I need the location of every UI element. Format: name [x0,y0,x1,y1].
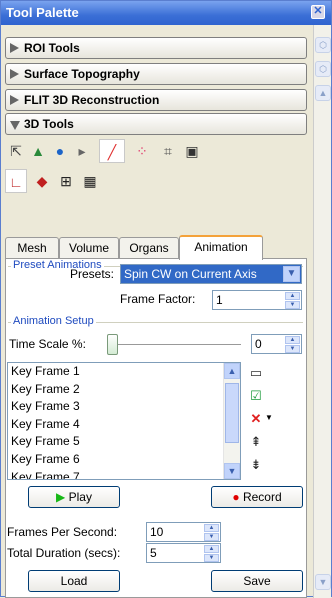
scroll-thumb[interactable] [225,383,239,443]
spin-up-icon[interactable]: ▲ [204,545,219,553]
axes-icon[interactable]: ∟ [5,169,27,193]
tab-label: Animation [194,240,248,254]
points-tool-icon[interactable]: ⁘ [131,139,153,163]
globe-icon[interactable]: ● [49,139,71,163]
expand-arrow-icon [10,43,19,53]
tab-label: Volume [68,241,110,255]
move-down-icon[interactable]: ⇟ [248,457,264,473]
snapshot-tool-icon[interactable]: ▣ [181,139,203,163]
list-item[interactable]: Key Frame 3 [8,398,240,416]
pointer-icon[interactable]: ⇱ [5,139,27,163]
fps-input[interactable]: 10 ▲ ▼ [146,522,221,542]
section-3d-tools[interactable]: 3D Tools [5,113,307,135]
section-roi-tools[interactable]: ROI Tools [5,37,307,59]
section-label: 3D Tools [24,117,74,131]
list-item[interactable]: Key Frame 6 [8,451,240,469]
title-bar[interactable]: Tool Palette ✕ [1,1,331,25]
duration-label: Total Duration (secs): [7,546,121,560]
list-item[interactable]: Key Frame 2 [8,381,240,399]
line-tool-icon[interactable]: ╱ [99,139,125,163]
expand-arrow-icon [10,69,19,79]
scroll-down-icon[interactable]: ▼ [315,574,331,590]
load-label: Load [60,574,88,588]
arrow-tool-icon[interactable]: ▸ [71,139,93,163]
delete-icon[interactable]: ✕ [248,411,264,427]
time-scale-label: Time Scale %: [9,337,86,351]
save-label: Save [243,574,271,588]
list-item[interactable]: Key Frame 4 [8,416,240,434]
frame-factor-input[interactable]: 1 ▲ ▼ [212,290,302,310]
close-icon[interactable]: ✕ [311,5,325,19]
spin-down-icon[interactable]: ▼ [204,533,219,541]
time-scale-slider[interactable] [107,334,118,355]
update-check-icon[interactable]: ☑ [248,388,264,404]
expand-all-icon[interactable]: ⬡ [315,61,331,77]
time-scale-track [111,344,241,346]
tab-label: Mesh [17,241,47,255]
time-scale-value: 0 [255,337,262,351]
collapse-arrow-icon [10,121,20,130]
cube-icon[interactable]: ◆ [31,169,53,193]
record-icon: ● [232,490,240,504]
list-item[interactable]: Key Frame 5 [8,433,240,451]
chevron-down-icon[interactable]: ▼ [283,266,300,282]
section-label: ROI Tools [24,41,80,55]
tab-label: Organs [129,241,169,255]
spin-up-icon[interactable]: ▲ [204,524,219,532]
frame-factor-label: Frame Factor: [120,292,196,306]
fps-value: 10 [150,525,164,539]
record-button[interactable]: ● Record [211,486,303,508]
duration-value: 5 [150,546,157,560]
time-scale-input[interactable]: 0 ▲ ▼ [251,334,302,354]
scroll-up-icon[interactable]: ▲ [315,85,331,101]
spin-down-icon[interactable]: ▼ [204,554,219,562]
animation-setup-label: Animation Setup [11,315,96,327]
spin-down-icon[interactable]: ▼ [285,301,300,309]
section-surface-topography[interactable]: Surface Topography [5,63,307,85]
grid-icon[interactable]: ▦ [79,169,101,193]
views-icon[interactable]: ⊞ [55,169,77,193]
scroll-up-icon[interactable]: ▲ [224,363,240,379]
spin-up-icon[interactable]: ▲ [285,292,300,300]
spin-down-icon[interactable]: ▼ [285,345,300,353]
copy-icon[interactable]: ▭ [248,365,264,381]
save-button[interactable]: Save [211,570,303,592]
tool-palette-window: Tool Palette ✕ ⬡ ⬡ ▲ ▼ ROI Tools Surface… [0,0,332,598]
tools-toolbar-1: ⇱ ▲ ● ▸ ╱ ⁘ ⌗ ▣ [5,139,307,171]
presets-label: Presets: [70,267,115,281]
fps-label: Frames Per Second: [7,525,118,539]
tools-toolbar-2: ∟ ◆ ⊞ ▦ [5,169,307,201]
move-up-icon[interactable]: ⇞ [248,434,264,450]
window-title: Tool Palette [6,5,79,20]
palette-scrollbar[interactable]: ⬡ ⬡ ▲ ▼ [313,25,331,598]
presets-value: Spin CW on Current Axis [124,267,257,281]
spin-up-icon[interactable]: ▲ [285,336,300,344]
play-label: Play [68,490,92,504]
list-item[interactable]: Key Frame 1 [8,363,240,381]
play-icon: ▶ [56,490,66,504]
section-label: FLIT 3D Reconstruction [24,93,160,107]
list-item[interactable]: Key Frame 7 [8,469,240,479]
mesh-shape-icon[interactable]: ▲ [27,139,49,163]
tab-animation[interactable]: Animation [179,235,263,260]
scroll-down-icon[interactable]: ▼ [224,463,240,479]
record-label: Record [242,490,282,504]
tab-bar: Mesh Volume Organs Animation [5,235,307,260]
frame-factor-value: 1 [216,293,223,307]
list-scrollbar[interactable]: ▲ ▼ [223,363,240,479]
expand-arrow-icon [10,95,19,105]
duration-input[interactable]: 5 ▲ ▼ [146,543,221,563]
load-button[interactable]: Load [28,570,120,592]
section-label: Surface Topography [24,67,140,81]
play-button[interactable]: ▶ Play [28,486,120,508]
tab-volume[interactable]: Volume [59,237,119,259]
key-frame-list[interactable]: Key Frame 1 Key Frame 2 Key Frame 3 Key … [7,362,241,480]
crop-tool-icon[interactable]: ⌗ [157,139,179,163]
tab-organs[interactable]: Organs [119,237,179,259]
section-flit-3d-reconstruction[interactable]: FLIT 3D Reconstruction [5,89,307,111]
presets-select[interactable]: Spin CW on Current Axis ▼ [120,264,302,284]
chevron-down-icon[interactable]: ▼ [265,413,273,422]
collapse-all-icon[interactable]: ⬡ [315,37,331,53]
tab-mesh[interactable]: Mesh [5,237,59,259]
